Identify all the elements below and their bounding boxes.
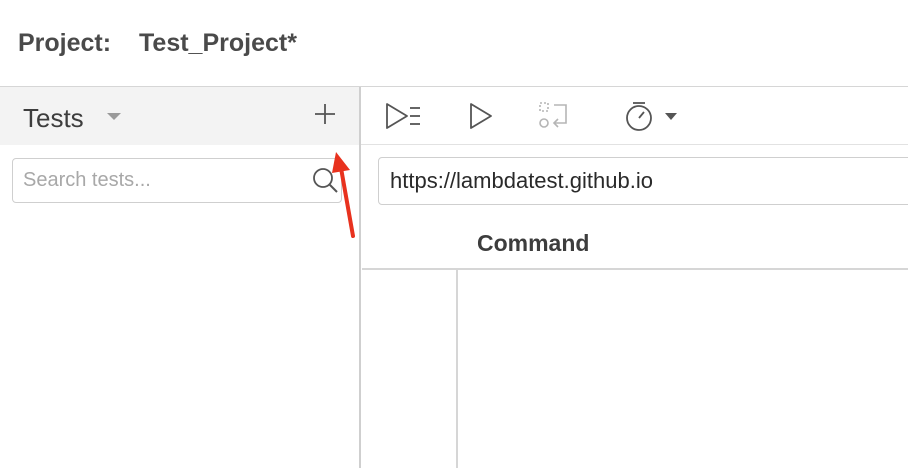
plus-icon (315, 104, 335, 124)
project-name[interactable]: Test_Project* (139, 29, 297, 58)
speed-timer-icon (626, 102, 677, 131)
tests-title[interactable]: Tests (23, 103, 84, 134)
project-header: Project: Test_Project* (0, 0, 908, 87)
search-input[interactable] (23, 159, 303, 202)
red-arrow-annotation (332, 152, 355, 238)
url-box (378, 157, 908, 205)
add-test-button[interactable] (311, 100, 339, 128)
run-current-test-button[interactable] (465, 99, 505, 133)
project-label: Project: (18, 29, 112, 57)
step-over-icon (539, 102, 567, 128)
chevron-down-icon[interactable] (107, 113, 121, 120)
step-over-button[interactable] (536, 99, 576, 133)
search-box (12, 158, 342, 203)
command-header-label: Command (477, 230, 590, 256)
column-divider (456, 270, 458, 468)
command-column-header: Command (362, 218, 908, 270)
base-url-input[interactable] (390, 158, 900, 204)
chevron-down-icon (665, 113, 677, 120)
run-all-tests-icon (386, 103, 420, 129)
run-all-tests-button[interactable] (383, 99, 423, 133)
sidebar-header: Tests (0, 87, 359, 145)
main-toolbar (361, 87, 908, 145)
speed-button[interactable] (623, 99, 683, 133)
run-current-test-icon (470, 103, 492, 129)
tests-sidebar: Tests (0, 87, 361, 468)
